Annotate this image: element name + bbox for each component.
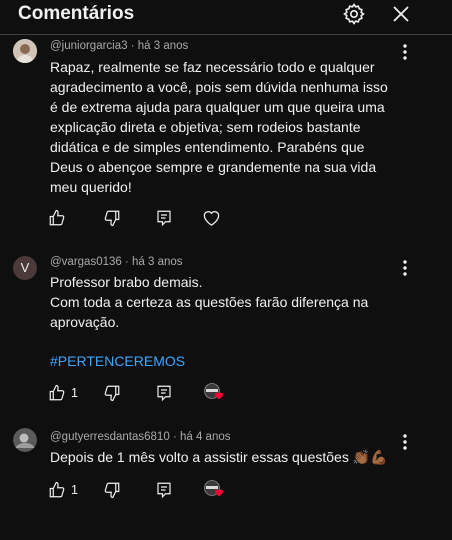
hashtag-link[interactable]: #PERTENCEREMOS (50, 351, 420, 371)
reply-button[interactable] (155, 383, 173, 403)
thumbs-down-icon (104, 482, 120, 499)
thumbs-down-icon (104, 385, 120, 402)
comment-line: Professor brabo demais. (50, 274, 203, 290)
comment-time[interactable]: há 3 anos (138, 40, 189, 52)
hashtag-line: #PERTENCEREMOS (50, 351, 420, 371)
separator: · (172, 431, 180, 443)
comment-line: explicação direta e objetiva; sem rodeio… (50, 119, 361, 135)
comment-line: aprovação. (50, 314, 120, 330)
comments-header: Comentários (0, 0, 452, 35)
comment-meta: @juniorgarcia3 · há 3 anos (50, 40, 188, 52)
dislike-button[interactable] (103, 208, 121, 228)
gear-icon[interactable] (342, 2, 366, 26)
comment-line: didática e de simples entendimento. Para… (50, 139, 365, 155)
reply-button[interactable] (155, 480, 173, 500)
comment-line: meu querido! (50, 179, 132, 195)
comment-time[interactable]: há 4 anos (180, 431, 231, 443)
thumbs-up-icon (49, 384, 65, 401)
reply-button[interactable] (155, 208, 173, 228)
panel-title: Comentários (18, 3, 135, 24)
separator: · (130, 40, 138, 52)
comment-line: Com toda a certeza as questões farão dif… (50, 294, 369, 310)
thumbs-up-icon (49, 209, 65, 226)
dislike-button[interactable] (103, 480, 121, 500)
avatar[interactable] (13, 39, 37, 63)
thumbs-down-icon (104, 210, 120, 227)
reply-icon (157, 482, 171, 499)
comment-line: Depois de 1 mês volto a assistir essas q… (50, 449, 388, 465)
heart-button[interactable] (202, 208, 221, 228)
like-button[interactable] (48, 208, 71, 228)
reply-icon (157, 385, 171, 402)
comment-line: Deus o abençoe sempre e grandemente na s… (50, 159, 377, 175)
comment-text: Rapaz, realmente se faz necessário todo … (50, 57, 420, 197)
author-name[interactable]: @vargas0136 (50, 256, 122, 268)
comment-line: agradecimento a você, pois sem dúvida ne… (50, 79, 388, 95)
comment-text: Professor brabo demais. Com toda a certe… (50, 272, 420, 332)
creator-heart-icon (204, 480, 223, 497)
author-name[interactable]: @gutyerresdantas6810 (50, 431, 170, 443)
like-count: 1 (71, 386, 78, 400)
author-name[interactable]: @juniorgarcia3 (50, 40, 128, 52)
like-button[interactable]: 1 (48, 480, 78, 500)
comment-actions (48, 208, 408, 230)
comment-actions: 1 (48, 480, 408, 502)
comment-text: Depois de 1 mês volto a assistir essas q… (50, 447, 430, 467)
avatar-letter: V (20, 260, 30, 275)
separator: · (124, 256, 133, 268)
comment-meta: @gutyerresdantas6810 · há 4 anos (50, 431, 230, 443)
comment-time[interactable]: há 3 anos (132, 256, 183, 268)
heart-outline-icon (203, 211, 220, 226)
reply-icon (157, 210, 171, 227)
comment-actions: 1 (48, 383, 408, 405)
thumbs-up-icon (49, 481, 65, 498)
comment-line: é de extrema ajuda para qualquer um que … (50, 99, 385, 115)
avatar[interactable]: V (13, 256, 37, 280)
dislike-button[interactable] (103, 383, 121, 403)
creator-heart-icon (204, 383, 223, 400)
avatar[interactable] (13, 428, 37, 452)
comment-meta: @vargas0136 · há 3 anos (50, 256, 183, 268)
close-icon[interactable] (389, 2, 413, 26)
comment-line: Rapaz, realmente se faz necessário todo … (50, 59, 375, 75)
like-count: 1 (71, 483, 78, 497)
like-button[interactable]: 1 (48, 383, 78, 403)
